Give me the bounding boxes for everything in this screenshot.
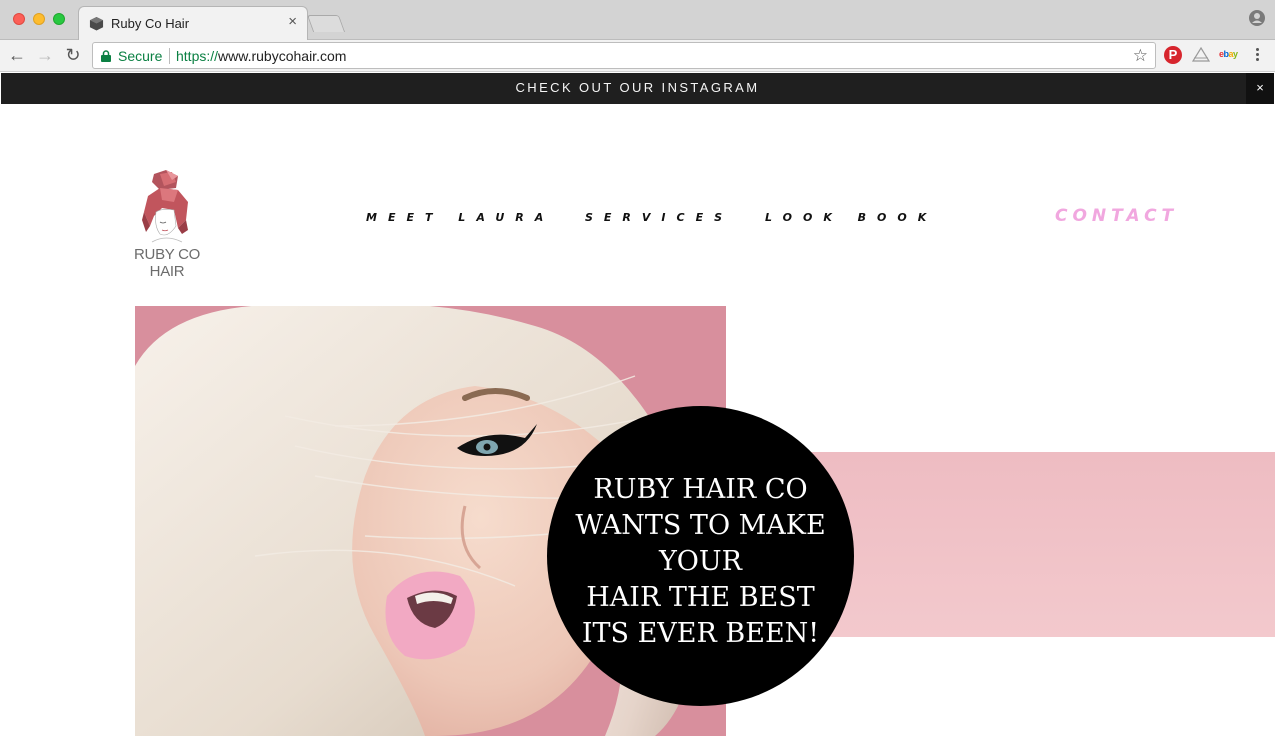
- address-divider: [169, 48, 170, 64]
- url-host: www.rubycohair.com: [218, 48, 347, 64]
- secure-label: Secure: [118, 48, 163, 64]
- tagline-text: RUBY HAIR CO WANTS TO MAKE YOUR HAIR THE…: [547, 472, 854, 652]
- tagline-line: HAIR THE BEST: [586, 582, 815, 613]
- nav-contact[interactable]: CONTACT: [1055, 206, 1178, 226]
- minimize-window-button[interactable]: [33, 13, 45, 25]
- star-icon[interactable]: ☆: [1133, 46, 1148, 66]
- announcement-text[interactable]: CHECK OUT OUR INSTAGRAM: [516, 80, 760, 95]
- ruby-face-logo-icon: [142, 170, 188, 243]
- announcement-close-icon[interactable]: ×: [1246, 73, 1274, 104]
- browser-tab[interactable]: Ruby Co Hair ×: [78, 6, 308, 40]
- url-text[interactable]: https://www.rubycohair.com: [176, 48, 346, 64]
- profile-icon[interactable]: [1249, 10, 1265, 26]
- nav-meet-laura[interactable]: MEET LAURA: [366, 211, 554, 224]
- extension-icon[interactable]: [1192, 47, 1210, 63]
- tagline-circle: RUBY HAIR CO WANTS TO MAKE YOUR HAIR THE…: [547, 406, 854, 706]
- lock-icon: [101, 50, 111, 62]
- nav-look-book[interactable]: LOOK BOOK: [765, 211, 937, 224]
- menu-icon[interactable]: [1251, 46, 1263, 66]
- url-scheme: https://: [176, 48, 219, 64]
- site-logo[interactable]: RUBY CO HAIR: [116, 168, 218, 280]
- browser-toolbar: ← → ↻ Secure https://www.rubycohair.com …: [0, 40, 1275, 72]
- tagline-line: WANTS TO MAKE: [575, 510, 826, 541]
- ebay-icon[interactable]: ebay: [1219, 49, 1238, 59]
- tagline-line: ITS EVER BEEN!: [581, 618, 820, 649]
- cube-icon: [89, 16, 104, 31]
- new-tab-button[interactable]: [306, 15, 346, 32]
- tagline-line: RUBY HAIR CO: [593, 474, 808, 505]
- announcement-bar[interactable]: CHECK OUT OUR INSTAGRAM ×: [1, 73, 1274, 104]
- close-window-button[interactable]: [13, 13, 25, 25]
- browser-tab-bar: Ruby Co Hair ×: [0, 0, 1275, 40]
- maximize-window-button[interactable]: [53, 13, 65, 25]
- reload-icon[interactable]: ↻: [63, 45, 83, 65]
- tab-close-icon[interactable]: ×: [288, 13, 297, 30]
- tagline-line: YOUR: [658, 546, 743, 577]
- forward-icon[interactable]: →: [35, 45, 55, 65]
- address-bar[interactable]: Secure https://www.rubycohair.com ☆: [92, 42, 1156, 69]
- tab-title: Ruby Co Hair: [111, 16, 190, 31]
- nav-services[interactable]: SERVICES: [585, 211, 733, 224]
- pinterest-icon[interactable]: P: [1164, 46, 1182, 64]
- back-icon[interactable]: ←: [7, 45, 27, 65]
- logo-text: RUBY CO HAIR: [134, 246, 200, 280]
